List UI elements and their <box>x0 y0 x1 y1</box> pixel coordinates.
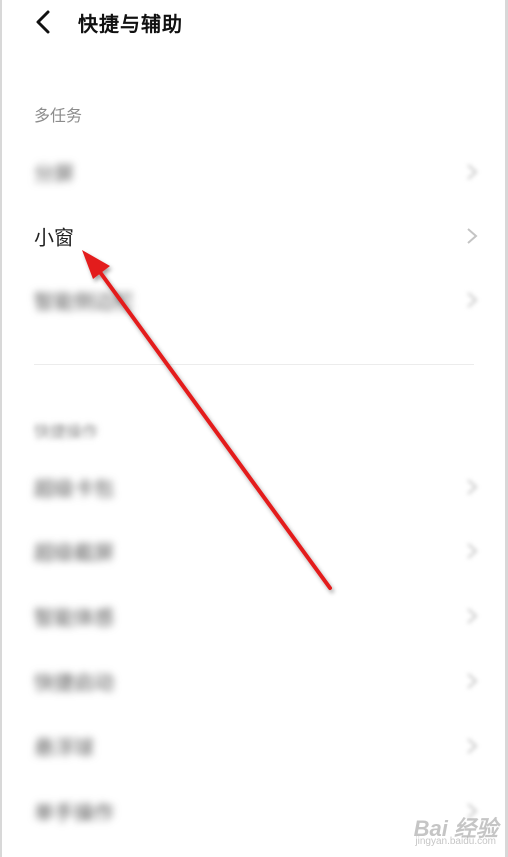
chevron-right-icon <box>467 228 478 244</box>
list-item-label: 分屏 <box>34 161 74 186</box>
back-button[interactable] <box>30 6 60 38</box>
watermark: Bai 经验 jingyan.baidu.com <box>414 811 498 847</box>
page-header: 快捷与辅助 <box>0 0 508 46</box>
chevron-right-icon <box>467 479 478 495</box>
list-item-label: 快捷启动 <box>34 670 114 695</box>
chevron-left-icon <box>36 10 50 34</box>
list-item[interactable]: 智能体感 <box>0 584 508 648</box>
chevron-right-icon <box>467 608 478 624</box>
list-item-label: 悬浮球 <box>34 735 94 760</box>
list-item-label: 智能体感 <box>34 605 114 630</box>
list-item[interactable]: 超级卡包 <box>0 455 508 519</box>
list-item-smart-sidebar[interactable]: 智能侧边栏 <box>0 268 508 332</box>
chevron-right-icon <box>467 738 478 754</box>
list-item-label: 单手操作 <box>34 800 114 825</box>
list-item-label: 超级卡包 <box>34 476 114 501</box>
list-item-split-screen[interactable]: 分屏 <box>0 140 508 204</box>
list-item[interactable]: 快捷启动 <box>0 649 508 713</box>
list-item-label: 超级截屏 <box>34 540 114 565</box>
page-title: 快捷与辅助 <box>78 12 183 36</box>
chevron-right-icon <box>467 292 478 308</box>
section-label-shortcuts: 快捷操作 <box>34 422 99 441</box>
list-item[interactable]: 悬浮球 <box>0 714 508 778</box>
watermark-site: jingyan.baidu.com <box>415 836 496 847</box>
chevron-right-icon <box>467 673 478 689</box>
list-item[interactable]: 超级截屏 <box>0 519 508 583</box>
list-item-small-window[interactable]: 小窗 <box>0 204 508 268</box>
chevron-right-icon <box>467 164 478 180</box>
section-divider <box>34 364 474 365</box>
list-item-label: 小窗 <box>34 225 74 250</box>
list-item-label: 智能侧边栏 <box>34 289 134 314</box>
chevron-right-icon <box>467 543 478 559</box>
section-label-multitask: 多任务 <box>34 106 83 125</box>
